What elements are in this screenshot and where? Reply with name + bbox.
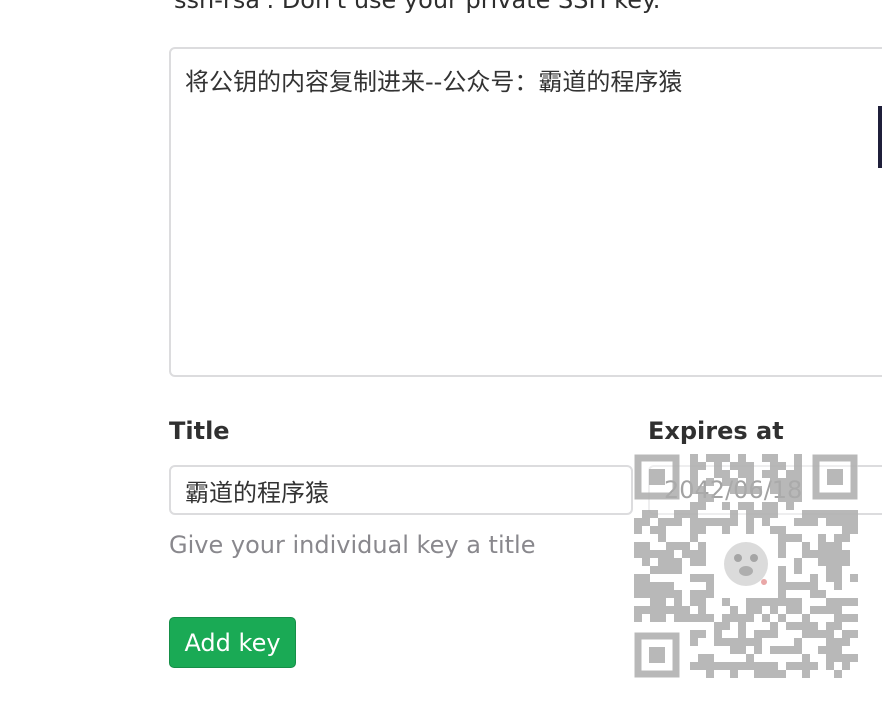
ssh-key-form: ssh-rsa'. Don't use your private SSH key… bbox=[0, 0, 882, 701]
title-help-text: Give your individual key a title bbox=[169, 531, 536, 559]
add-key-button[interactable]: Add key bbox=[169, 617, 296, 668]
expires-at-label: Expires at bbox=[648, 417, 784, 445]
qr-code-icon bbox=[634, 454, 858, 678]
textarea-resize-edge bbox=[878, 106, 882, 168]
ssh-key-textarea[interactable] bbox=[169, 47, 882, 377]
title-label: Title bbox=[169, 417, 230, 445]
title-input[interactable] bbox=[169, 465, 633, 515]
key-hint-text: ssh-rsa'. Don't use your private SSH key… bbox=[174, 0, 661, 14]
